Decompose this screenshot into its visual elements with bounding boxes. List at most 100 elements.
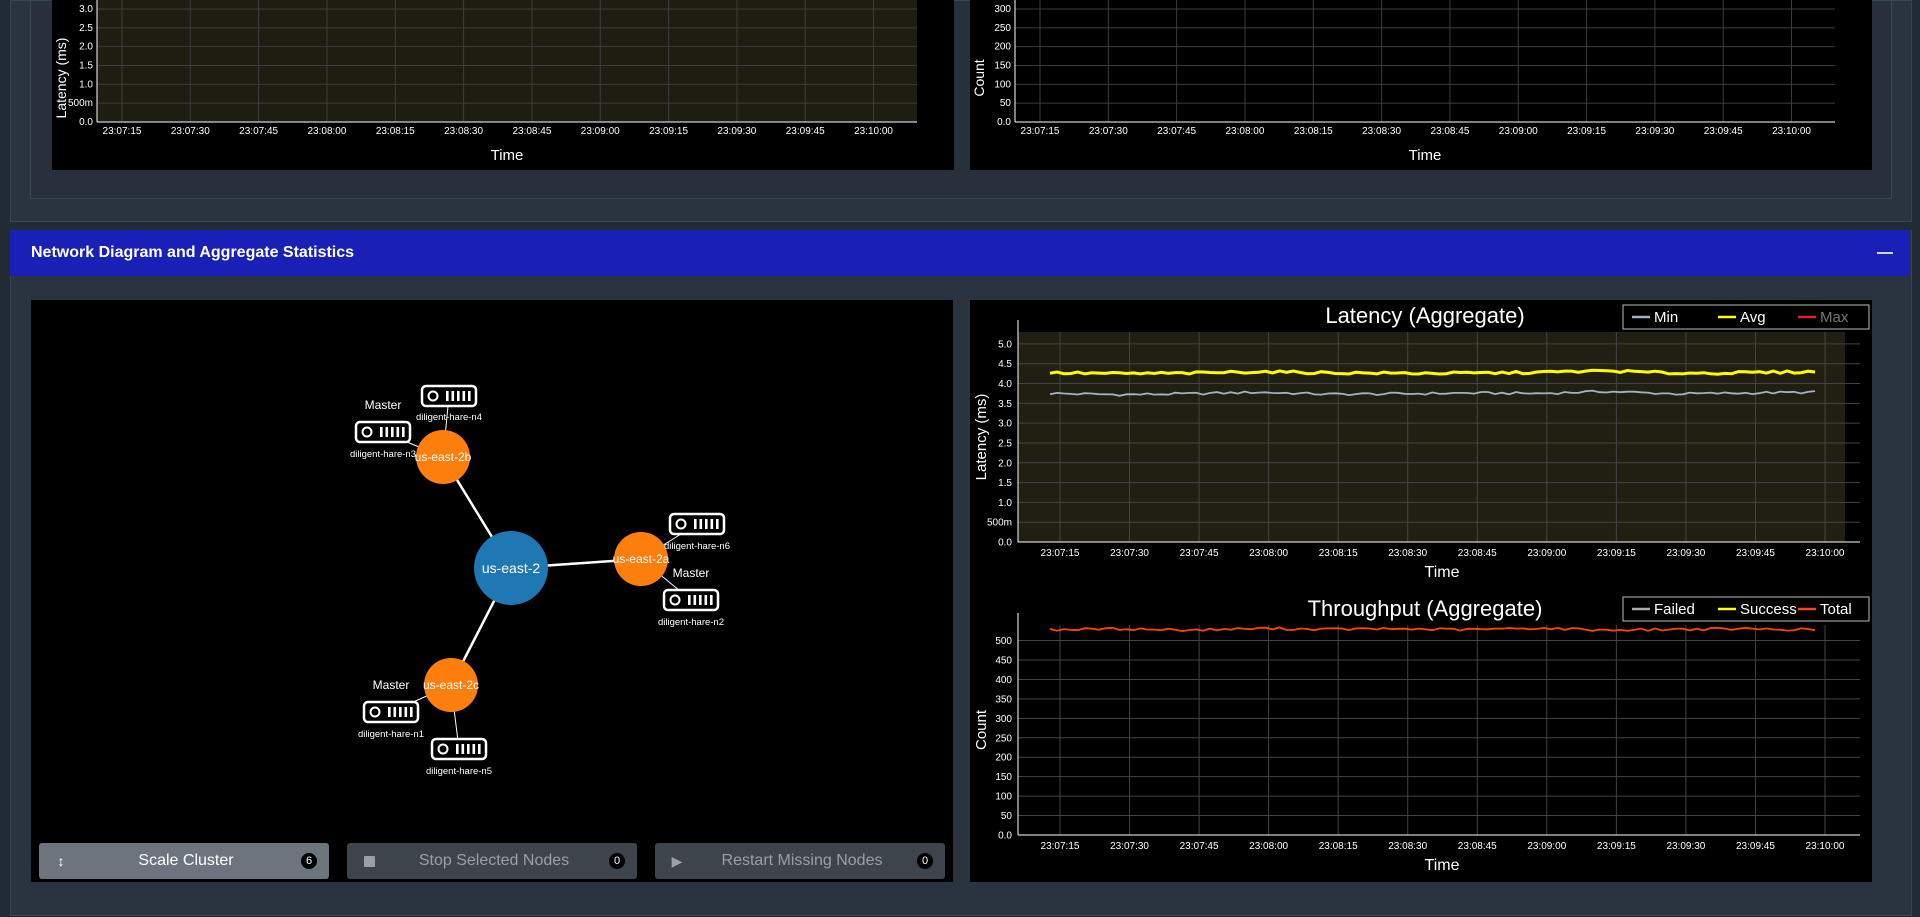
latency-x-tick: 23:07:30 bbox=[1110, 548, 1149, 559]
throughput-x-tick: 23:08:30 bbox=[1388, 841, 1427, 852]
latency-x-tick: 23:09:30 bbox=[1666, 548, 1705, 559]
stop-selected-nodes-button[interactable]: Stop Selected Nodes 0 bbox=[347, 843, 637, 879]
top-count-x-tick: 23:09:45 bbox=[1704, 126, 1743, 137]
top-count-y-tick: 150 bbox=[994, 61, 1011, 72]
top-latency-chart: 23:07:15 23:07:30 23:07:45 23:08:00 23:08:15… bbox=[52, 0, 954, 170]
top-latency-plot-area bbox=[97, 0, 917, 122]
top-latency-x-tick: 23:09:30 bbox=[717, 126, 756, 137]
server-node[interactable]: diligent-hare-n5 bbox=[426, 737, 492, 777]
latency-y-tick: 4.5 bbox=[998, 359, 1012, 370]
throughput-y-tick: 150 bbox=[995, 772, 1012, 783]
node-name-label: diligent-hare-n1 bbox=[358, 729, 424, 740]
top-count-y-label: Count bbox=[971, 59, 987, 96]
latency-x-tick: 23:10:00 bbox=[1806, 548, 1845, 559]
top-count-chart: 23:07:15 23:07:30 23:07:45 23:08:00 23:08:15… bbox=[970, 0, 1872, 170]
server-node[interactable]: diligent-hare-n6 bbox=[664, 512, 730, 552]
node-name-label: diligent-hare-n3 bbox=[350, 449, 416, 460]
collapse-button[interactable] bbox=[1860, 230, 1910, 276]
master-label: Master bbox=[365, 398, 402, 412]
top-count-y-tick: 50 bbox=[1000, 98, 1012, 109]
throughput-x-tick: 23:09:15 bbox=[1597, 841, 1636, 852]
play-icon: ▶ bbox=[671, 852, 683, 869]
restart-missing-nodes-label: Restart Missing Nodes bbox=[721, 852, 883, 869]
throughput-x-tick: 23:08:00 bbox=[1249, 841, 1288, 852]
top-latency-x-label: Time bbox=[491, 147, 524, 164]
throughput-x-label: Time bbox=[1425, 857, 1460, 874]
top-latency-x-tick: 23:07:45 bbox=[239, 126, 278, 137]
latency-y-tick: 4.0 bbox=[998, 379, 1012, 390]
latency-y-tick: 5.0 bbox=[998, 339, 1012, 350]
scale-cluster-count: 6 bbox=[301, 853, 317, 869]
top-count-x-tick: 23:08:45 bbox=[1430, 126, 1469, 137]
latency-y-tick: 500m bbox=[987, 518, 1012, 529]
network-diagram-panel: us-east-2 us-east-2b diligent-hare-n3 Maste… bbox=[31, 300, 953, 882]
latency-x-tick: 23:08:00 bbox=[1249, 548, 1288, 559]
throughput-series-total bbox=[1049, 626, 1816, 633]
top-latency-y-tick: 2.0 bbox=[79, 42, 93, 53]
network-diagram[interactable]: us-east-2 us-east-2bdiligent-hare-n3 Maste… bbox=[31, 300, 953, 830]
top-latency-x-tick: 23:09:45 bbox=[786, 126, 825, 137]
server-node[interactable]: diligent-hare-n3 Master bbox=[350, 398, 416, 460]
top-latency-y-tick: 1.5 bbox=[79, 61, 93, 72]
stop-selected-nodes-count: 0 bbox=[609, 853, 625, 869]
throughput-y-tick: 300 bbox=[995, 714, 1012, 725]
throughput-y-tick: 0.0 bbox=[998, 831, 1012, 842]
throughput-x-tick: 23:10:00 bbox=[1806, 841, 1845, 852]
minus-icon bbox=[1877, 252, 1893, 254]
top-count-x-tick: 23:09:30 bbox=[1635, 126, 1674, 137]
server-icon bbox=[354, 420, 412, 444]
server-node[interactable]: diligent-hare-n4 bbox=[416, 384, 482, 423]
top-latency-y-tick: 1.0 bbox=[79, 79, 93, 90]
top-count-y-tick: 300 bbox=[994, 4, 1011, 15]
top-count-y-tick: 100 bbox=[994, 79, 1011, 90]
top-count-x-tick: 23:10:00 bbox=[1772, 126, 1811, 137]
zone-label: us-east-2b bbox=[415, 450, 472, 464]
top-latency-x-tick: 23:08:30 bbox=[444, 126, 483, 137]
restart-missing-nodes-button[interactable]: ▶ Restart Missing Nodes 0 bbox=[655, 843, 945, 879]
throughput-y-tick: 100 bbox=[995, 792, 1012, 803]
top-latency-y-tick: 3.0 bbox=[79, 4, 93, 15]
latency-y-tick: 0.0 bbox=[998, 538, 1012, 549]
server-icon bbox=[420, 384, 478, 408]
top-count-x-tick: 23:07:45 bbox=[1157, 126, 1196, 137]
top-latency-x-tick: 23:09:00 bbox=[581, 126, 620, 137]
latency-y-label: Latency (ms) bbox=[973, 394, 990, 481]
aggregate-charts-svg: 23:07:15 23:07:30 23:07:45 23:08:00 23:08:15… bbox=[973, 303, 1870, 874]
latency-y-tick: 1.5 bbox=[998, 478, 1012, 489]
latency-title: Latency (Aggregate) bbox=[1325, 303, 1524, 328]
resize-vertical-icon: ↕ bbox=[57, 853, 65, 869]
zone-label: us-east-2c bbox=[423, 678, 479, 692]
node-name-label: diligent-hare-n5 bbox=[426, 766, 492, 777]
throughput-legend: Failed Success Total bbox=[1622, 596, 1870, 622]
latency-x-label: Time bbox=[1425, 564, 1460, 581]
top-count-x-tick: 23:09:00 bbox=[1499, 126, 1538, 137]
throughput-x-tick: 23:07:30 bbox=[1110, 841, 1149, 852]
top-latency-x-tick: 23:08:45 bbox=[512, 126, 551, 137]
top-count-chart-svg: 23:07:15 23:07:30 23:07:45 23:08:00 23:08:15… bbox=[971, 0, 1835, 164]
throughput-x-tick: 23:07:15 bbox=[1041, 841, 1080, 852]
throughput-title: Throughput (Aggregate) bbox=[1308, 596, 1543, 621]
server-node[interactable]: diligent-hare-n2 Master bbox=[658, 566, 724, 628]
top-latency-y-tick: 2.5 bbox=[79, 23, 93, 34]
latency-y-tick: 2.0 bbox=[998, 458, 1012, 469]
node-name-label: diligent-hare-n2 bbox=[658, 617, 724, 628]
throughput-y-tick: 250 bbox=[995, 733, 1012, 744]
throughput-legend-label: Success bbox=[1740, 601, 1797, 618]
throughput-y-tick: 450 bbox=[995, 656, 1012, 667]
top-count-x-tick: 23:07:30 bbox=[1089, 126, 1128, 137]
latency-legend: Min Avg Max bbox=[1622, 304, 1870, 330]
server-node[interactable]: diligent-hare-n1 Master bbox=[358, 678, 424, 740]
latency-x-tick: 23:08:30 bbox=[1388, 548, 1427, 559]
throughput-y-tick: 50 bbox=[1001, 811, 1013, 822]
section-header[interactable]: Network Diagram and Aggregate Statistics bbox=[10, 230, 1910, 276]
latency-x-tick: 23:09:00 bbox=[1527, 548, 1566, 559]
top-latency-x-tick: 23:10:00 bbox=[854, 126, 893, 137]
top-latency-y-label: Latency (ms) bbox=[53, 38, 69, 119]
top-count-y-tick: 200 bbox=[994, 42, 1011, 53]
server-icon bbox=[362, 700, 420, 724]
throughput-x-tick: 23:09:30 bbox=[1666, 841, 1705, 852]
throughput-x-tick: 23:07:45 bbox=[1180, 841, 1219, 852]
throughput-legend-label: Total bbox=[1820, 601, 1852, 618]
region-label: us-east-2 bbox=[482, 560, 541, 576]
scale-cluster-button[interactable]: ↕ Scale Cluster 6 bbox=[39, 843, 329, 879]
